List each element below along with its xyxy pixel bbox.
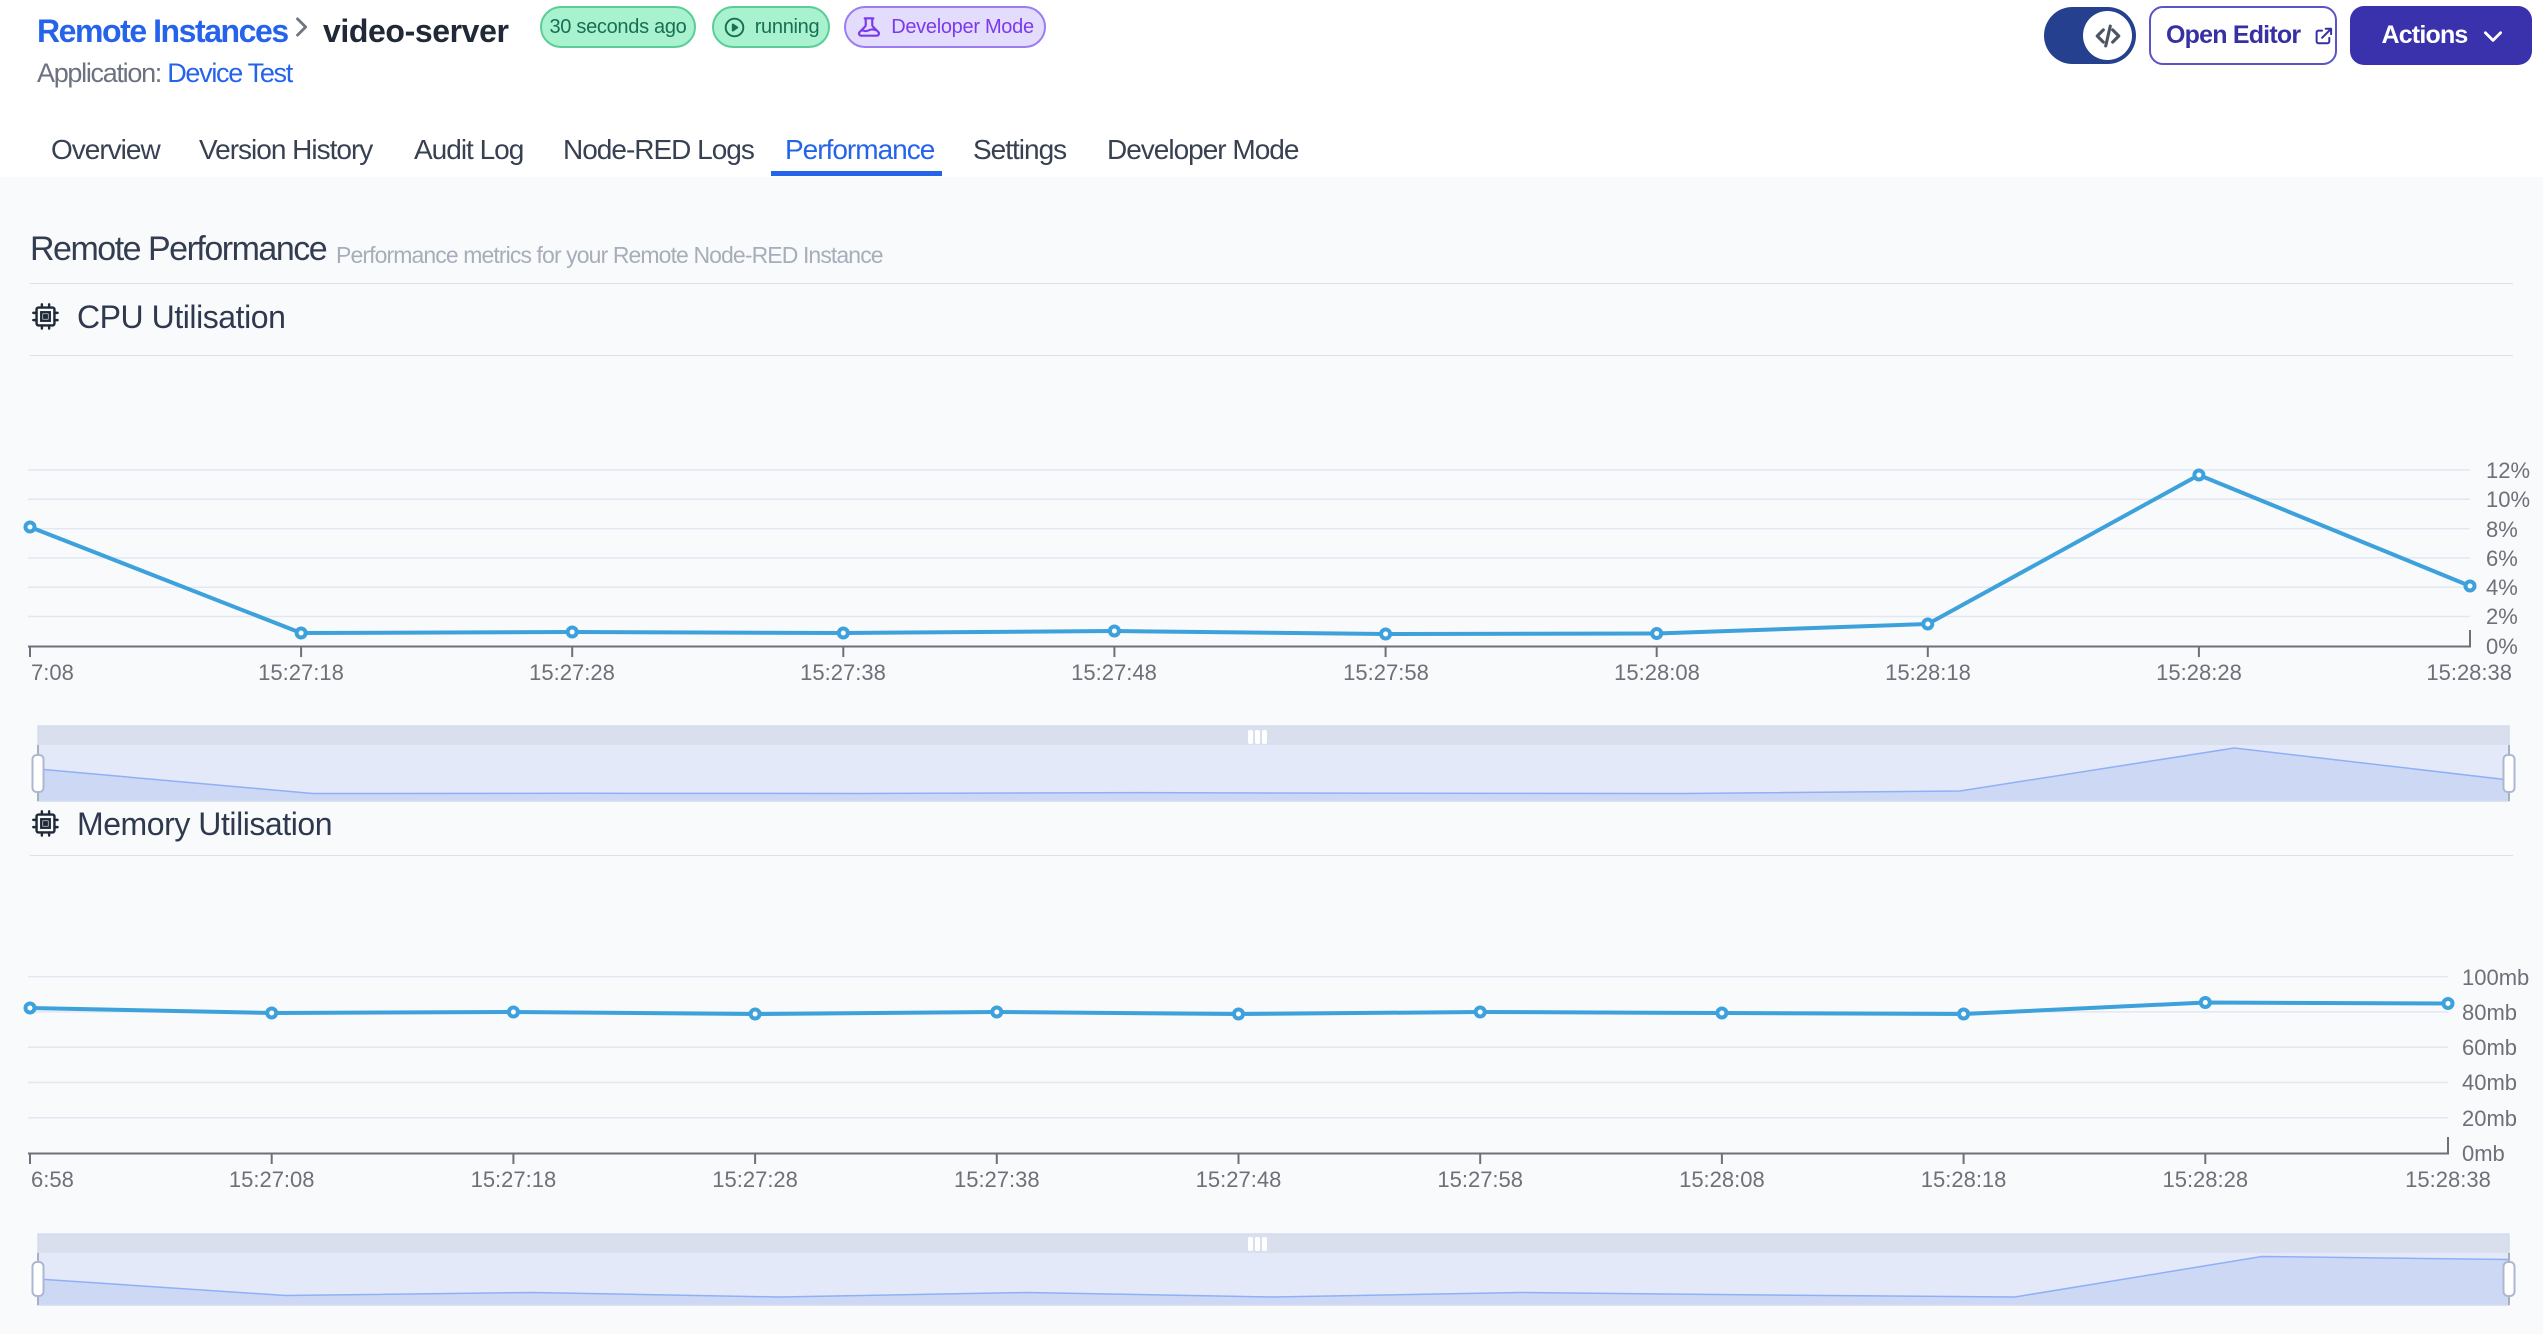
svg-text:0mb: 0mb xyxy=(2462,1141,2505,1166)
svg-text:40mb: 40mb xyxy=(2462,1070,2517,1095)
svg-text:15:28:08: 15:28:08 xyxy=(1614,660,1700,685)
svg-text:12%: 12% xyxy=(2486,458,2530,483)
svg-text:15:28:38: 15:28:38 xyxy=(2426,660,2512,685)
svg-text:15:28:28: 15:28:28 xyxy=(2156,660,2242,685)
svg-text:15:27:38: 15:27:38 xyxy=(800,660,886,685)
svg-text:15:27:58: 15:27:58 xyxy=(1437,1167,1523,1192)
svg-text:15:27:18: 15:27:18 xyxy=(258,660,344,685)
svg-text:15:27:08: 15:27:08 xyxy=(229,1167,315,1192)
svg-text:15:27:28: 15:27:28 xyxy=(529,660,615,685)
svg-text:15:27:38: 15:27:38 xyxy=(954,1167,1040,1192)
svg-text:60mb: 60mb xyxy=(2462,1035,2517,1060)
svg-text:15:27:58: 15:27:58 xyxy=(1343,660,1429,685)
svg-text:6:58: 6:58 xyxy=(31,1167,74,1192)
svg-text:2%: 2% xyxy=(2486,604,2518,629)
svg-text:100mb: 100mb xyxy=(2462,965,2529,990)
svg-text:0%: 0% xyxy=(2486,634,2518,659)
svg-text:15:27:28: 15:27:28 xyxy=(712,1167,798,1192)
svg-text:7:08: 7:08 xyxy=(31,660,74,685)
svg-text:15:27:48: 15:27:48 xyxy=(1196,1167,1282,1192)
svg-text:15:28:18: 15:28:18 xyxy=(1885,660,1971,685)
svg-text:80mb: 80mb xyxy=(2462,1000,2517,1025)
svg-text:20mb: 20mb xyxy=(2462,1106,2517,1131)
svg-text:10%: 10% xyxy=(2486,487,2530,512)
svg-text:15:27:18: 15:27:18 xyxy=(471,1167,557,1192)
svg-text:15:28:08: 15:28:08 xyxy=(1679,1167,1765,1192)
svg-text:15:28:38: 15:28:38 xyxy=(2405,1167,2491,1192)
svg-text:15:27:48: 15:27:48 xyxy=(1071,660,1157,685)
svg-text:4%: 4% xyxy=(2486,575,2518,600)
svg-text:8%: 8% xyxy=(2486,517,2518,542)
svg-text:6%: 6% xyxy=(2486,546,2518,571)
svg-text:15:28:18: 15:28:18 xyxy=(1921,1167,2007,1192)
svg-text:15:28:28: 15:28:28 xyxy=(2162,1167,2248,1192)
